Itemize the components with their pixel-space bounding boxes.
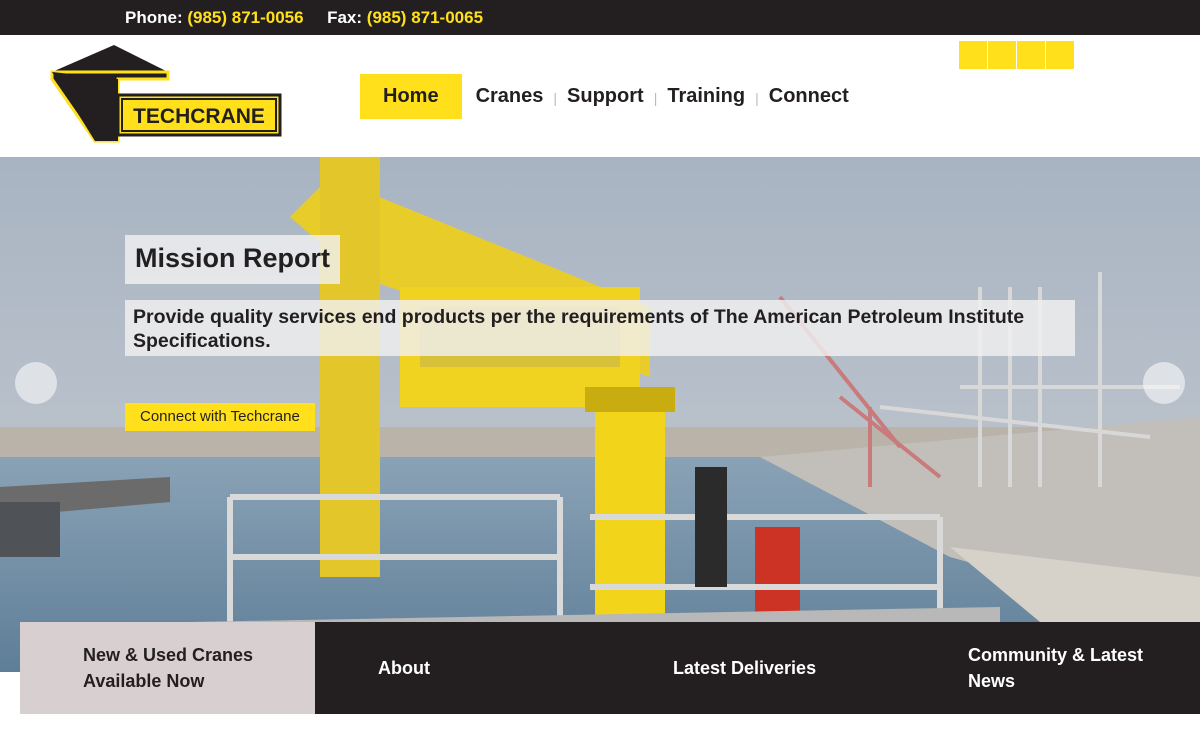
site-header: TECHCRANE Home Cranes | Support | Traini…: [0, 35, 1200, 157]
fax-label: Fax:: [327, 8, 363, 27]
social-icon-3[interactable]: [1017, 41, 1045, 69]
contact-info: Phone: (985) 871-0056 Fax: (985) 871-006…: [125, 8, 483, 28]
tile-label: Latest Deliveries: [673, 658, 817, 678]
hero-slider: Mission Report Provide quality services …: [0, 157, 1200, 672]
chevron-right-icon[interactable]: [1143, 362, 1185, 404]
connect-with-techcrane-button[interactable]: Connect with Techcrane: [125, 403, 315, 431]
fax-number: (985) 871-0065: [366, 8, 484, 27]
nav-separator: |: [653, 90, 658, 106]
top-contact-bar: Phone: (985) 871-0056 Fax: (985) 871-006…: [0, 0, 1200, 35]
hero-title: Mission Report: [125, 235, 341, 284]
hero-mission-text: Provide quality services end products pe…: [125, 300, 1075, 356]
tile-about[interactable]: About: [315, 622, 610, 714]
nav-connect[interactable]: Connect: [769, 74, 849, 119]
nav-separator: |: [553, 90, 558, 106]
techcrane-logo[interactable]: TECHCRANE: [50, 43, 285, 145]
tile-community-news[interactable]: Community & Latest News: [905, 622, 1200, 714]
nav-separator: |: [755, 90, 759, 106]
main-nav: Home Cranes | Support | Training | Conne…: [360, 74, 849, 119]
phone-label: Phone:: [125, 8, 183, 27]
nav-support[interactable]: Support: [567, 74, 644, 119]
social-icon-1[interactable]: [959, 41, 987, 69]
logo-text: TECHCRANE: [133, 105, 265, 128]
nav-training[interactable]: Training: [667, 74, 745, 119]
phone-number-link[interactable]: (985) 871-0056: [187, 8, 303, 27]
tile-new-used-cranes[interactable]: New & Used Cranes Available Now: [20, 622, 315, 714]
tile-label: Community & Latest News: [968, 645, 1144, 691]
social-links: [959, 41, 1074, 69]
tile-label: About: [378, 658, 430, 678]
nav-home[interactable]: Home: [360, 74, 462, 119]
tile-latest-deliveries[interactable]: Latest Deliveries: [610, 622, 905, 714]
tile-label: New & Used Cranes Available Now: [83, 645, 254, 691]
feature-tiles: New & Used Cranes Available Now About La…: [20, 622, 1200, 714]
nav-cranes[interactable]: Cranes: [476, 74, 544, 119]
social-icon-4[interactable]: [1046, 41, 1074, 69]
social-icon-2[interactable]: [988, 41, 1016, 69]
chevron-left-icon[interactable]: [15, 362, 57, 404]
